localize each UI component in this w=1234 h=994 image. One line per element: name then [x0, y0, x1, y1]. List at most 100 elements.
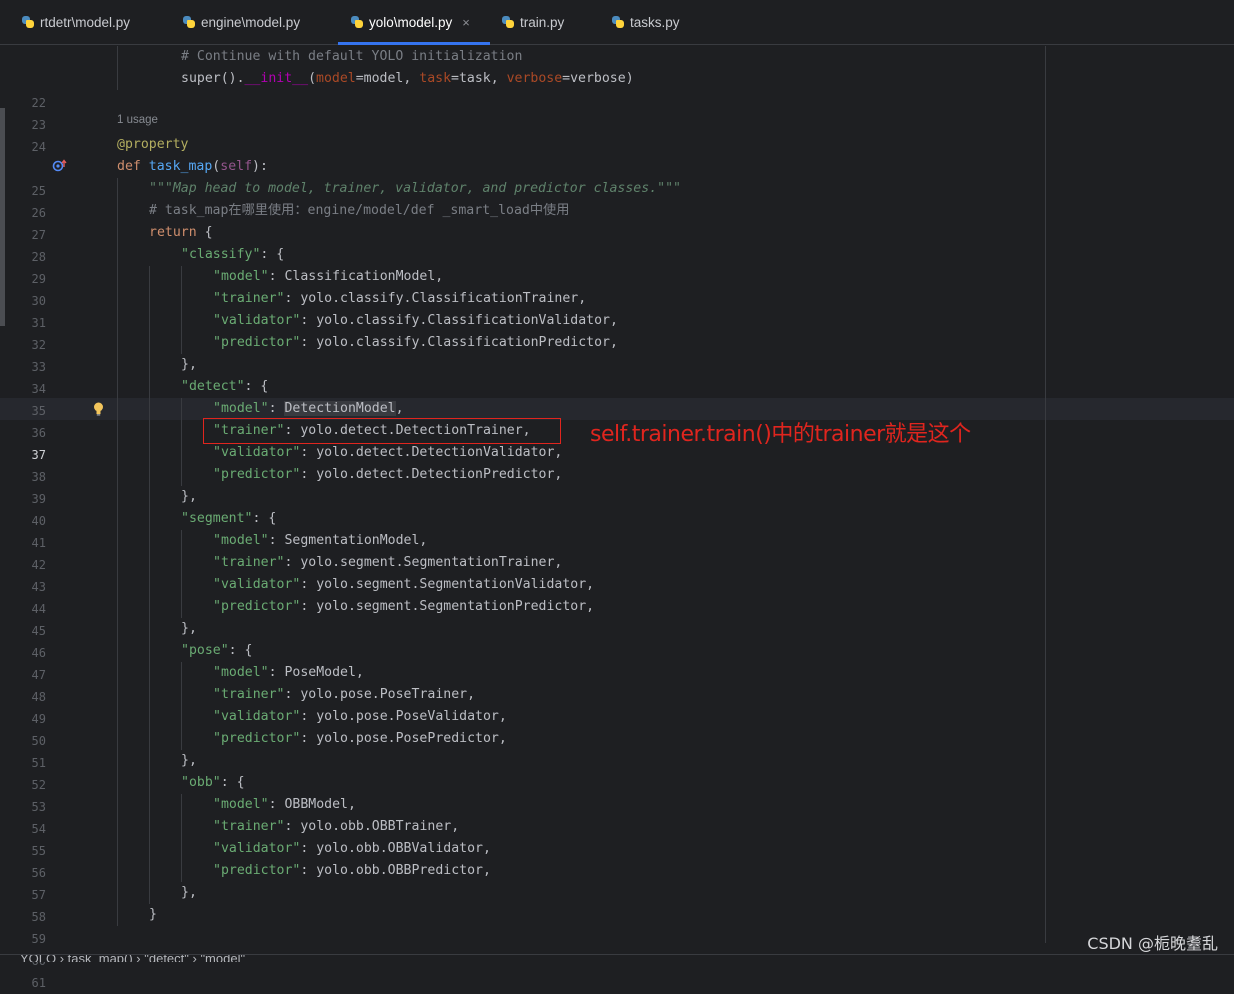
- code-line-31: "model": ClassificationModel,: [213, 269, 444, 284]
- code-line-34: "predictor": yolo.classify.Classificatio…: [213, 335, 618, 350]
- line-number: 34: [31, 382, 46, 396]
- tab-engine-model[interactable]: engine\model.py: [183, 0, 300, 44]
- line-number: 47: [31, 668, 46, 682]
- line-number: 31: [31, 316, 46, 330]
- code-line-33: "validator": yolo.classify.Classificatio…: [213, 313, 618, 328]
- line-number: 32: [31, 338, 46, 352]
- code-line-59: },: [181, 885, 197, 900]
- indent-guide: [181, 662, 182, 750]
- code-line-56: "trainer": yolo.obb.OBBTrainer,: [213, 819, 460, 834]
- indent-guide: [181, 266, 182, 354]
- tab-train[interactable]: train.py: [502, 0, 564, 44]
- code-line-32: "trainer": yolo.classify.ClassificationT…: [213, 291, 587, 306]
- line-number: 55: [31, 844, 46, 858]
- line-number: 35: [31, 404, 46, 418]
- indent-guide: [181, 794, 182, 882]
- tab-label: tasks.py: [630, 14, 680, 30]
- line-number: 61: [31, 976, 46, 990]
- line-number: 59: [31, 932, 46, 946]
- line-number: 58: [31, 910, 46, 924]
- line-number: 54: [31, 822, 46, 836]
- code-line-45: "validator": yolo.segment.SegmentationVa…: [213, 577, 595, 592]
- line-number: 56: [31, 866, 46, 880]
- indent-guide: [117, 46, 118, 90]
- code-line-30: "classify": {: [181, 247, 285, 262]
- python-file-icon: [502, 16, 514, 28]
- code-line-52: "predictor": yolo.pose.PosePredictor,: [213, 731, 507, 746]
- code-line-39: "validator": yolo.detect.DetectionValida…: [213, 445, 563, 460]
- code-line-42: "segment": {: [181, 511, 277, 526]
- line-number: 23: [31, 118, 46, 132]
- line-number: 45: [31, 624, 46, 638]
- line-number: 40: [31, 514, 46, 528]
- indent-guide: [181, 530, 182, 618]
- line-number: 26: [31, 206, 46, 220]
- line-number: 49: [31, 712, 46, 726]
- indent-guide: [181, 398, 182, 486]
- code-line-23: super().__init__(model=model, task=task,…: [181, 71, 634, 86]
- code-line-46: "predictor": yolo.segment.SegmentationPr…: [213, 599, 595, 614]
- code-line-43: "model": SegmentationModel,: [213, 533, 428, 548]
- line-number: 57: [31, 888, 46, 902]
- annotation-text: self.trainer.train()中的trainer就是这个: [590, 422, 971, 447]
- close-icon[interactable]: ×: [462, 15, 470, 30]
- code-line-36: "detect": {: [181, 379, 269, 394]
- code-line-28: # task_map在哪里使用：engine/model/def _smart_…: [149, 203, 570, 218]
- tab-label: engine\model.py: [201, 14, 301, 30]
- line-number: 28: [31, 250, 46, 264]
- line-number: 37: [31, 448, 46, 462]
- code-line-26: def task_map(self):: [117, 159, 268, 174]
- line-number: 44: [31, 602, 46, 616]
- right-margin-guide: [1045, 46, 1046, 943]
- code-line-29: return {: [149, 225, 213, 240]
- usage-hint[interactable]: 1 usage: [117, 114, 158, 126]
- code-line-53: },: [181, 753, 197, 768]
- python-file-icon: [351, 16, 363, 28]
- code-line-49: "model": PoseModel,: [213, 665, 364, 680]
- code-line-60: }: [149, 907, 157, 922]
- line-number: 41: [31, 536, 46, 550]
- line-number: 42: [31, 558, 46, 572]
- code-line-48: "pose": {: [181, 643, 253, 658]
- line-number: 43: [31, 580, 46, 594]
- code-line-55: "model": OBBModel,: [213, 797, 356, 812]
- tab-label: rtdetr\model.py: [40, 14, 131, 30]
- annotation-highlight-box: [203, 418, 561, 444]
- watermark: CSDN @栀晚耋乱: [1087, 934, 1218, 953]
- line-number: 36: [31, 426, 46, 440]
- line-number: 24: [31, 140, 46, 154]
- code-line-51: "validator": yolo.pose.PoseValidator,: [213, 709, 507, 724]
- python-file-icon: [183, 16, 195, 28]
- line-number: 33: [31, 360, 46, 374]
- line-number: 30: [31, 294, 46, 308]
- code-line-27: """Map head to model, trainer, validator…: [149, 181, 681, 196]
- tab-rtdetr-model[interactable]: rtdetr\model.py: [22, 0, 130, 44]
- code-line-58: "predictor": yolo.obb.OBBPredictor,: [213, 863, 491, 878]
- line-number: 46: [31, 646, 46, 660]
- code-line-57: "validator": yolo.obb.OBBValidator,: [213, 841, 491, 856]
- code-line-50: "trainer": yolo.pose.PoseTrainer,: [213, 687, 476, 702]
- code-editor[interactable]: 22 23 24 25 26 27 28 29 30 31 32 33 34 35 36 37 38 39 40 41…: [0, 46, 1234, 990]
- line-number: 29: [31, 272, 46, 286]
- code-line-22: # Continue with default YOLO initializat…: [181, 49, 523, 64]
- indent-guide: [149, 266, 150, 904]
- editor-tab-bar: rtdetr\model.py engine\model.py yolo\mod…: [0, 0, 1234, 45]
- line-number: 39: [31, 492, 46, 506]
- code-line-40: "predictor": yolo.detect.DetectionPredic…: [213, 467, 563, 482]
- code-line-41: },: [181, 489, 197, 504]
- line-number: 27: [31, 228, 46, 242]
- line-number: 50: [31, 734, 46, 748]
- line-number: 53: [31, 800, 46, 814]
- code-line-47: },: [181, 621, 197, 636]
- active-tab-indicator: [338, 42, 490, 45]
- code-line-44: "trainer": yolo.segment.SegmentationTrai…: [213, 555, 563, 570]
- tab-tasks[interactable]: tasks.py: [612, 0, 680, 44]
- override-method-icon[interactable]: [52, 159, 68, 173]
- line-number: 48: [31, 690, 46, 704]
- code-line-25: @property: [117, 137, 189, 152]
- code-line-37: "model": DetectionModel,: [213, 401, 404, 416]
- tab-yolo-model[interactable]: yolo\model.py ×: [338, 0, 490, 45]
- python-file-icon: [612, 16, 624, 28]
- indent-guide: [117, 178, 118, 926]
- lightbulb-icon[interactable]: [93, 402, 104, 416]
